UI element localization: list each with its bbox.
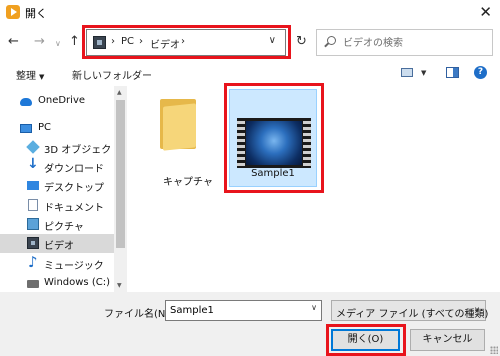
forward-arrow-icon[interactable]: → bbox=[34, 34, 45, 49]
triangle-down-icon[interactable]: ▼ bbox=[421, 69, 426, 77]
title-bar: 開く ✕ bbox=[0, 0, 500, 24]
sidebar-item-music[interactable]: ミュージック bbox=[0, 253, 114, 273]
navigation-pane: OneDrive PC 3D オブジェクト ダウンロード デスクトップ ドキュメ… bbox=[0, 86, 127, 292]
file-item-label: キャプチャ bbox=[163, 177, 213, 188]
search-box[interactable] bbox=[316, 29, 493, 56]
recent-locations-icon[interactable]: ∨ bbox=[55, 39, 61, 48]
sidebar-item-label: デスクトップ bbox=[44, 183, 104, 194]
picture-icon bbox=[27, 218, 39, 230]
up-arrow-icon[interactable]: ↑ bbox=[69, 34, 80, 49]
file-item-folder[interactable]: キャプチャ bbox=[160, 93, 216, 188]
filename-combobox[interactable]: ∨ bbox=[165, 300, 322, 321]
address-highlight-box bbox=[82, 25, 291, 59]
sidebar-item-label: 3D オブジェクト bbox=[44, 145, 122, 156]
search-input[interactable] bbox=[343, 34, 488, 52]
drive-icon bbox=[27, 280, 39, 288]
folder-icon bbox=[160, 99, 196, 151]
sidebar-scrollbar[interactable]: ▲ ▼ bbox=[114, 86, 127, 292]
search-icon bbox=[327, 36, 336, 45]
sidebar-item-pictures[interactable]: ピクチャ bbox=[0, 215, 114, 234]
sidebar-item-desktop[interactable]: デスクトップ bbox=[0, 176, 114, 195]
scroll-down-icon[interactable]: ▼ bbox=[117, 282, 122, 289]
desktop-icon bbox=[27, 181, 39, 190]
sidebar-item-label: ダウンロード bbox=[44, 164, 104, 175]
sidebar-item-label: Windows (C:) bbox=[44, 277, 110, 288]
sidebar-item-label: PC bbox=[38, 122, 52, 133]
scroll-up-icon[interactable]: ▲ bbox=[117, 89, 122, 96]
sidebar-item-documents[interactable]: ドキュメント bbox=[0, 196, 114, 215]
file-type-value: メディア ファイル (すべての種類) bbox=[336, 309, 489, 320]
dialog-footer: ファイル名(N): ∨ メディア ファイル (すべての種類) ∨ 開く(O) キ… bbox=[0, 292, 500, 356]
cube-icon bbox=[26, 140, 40, 154]
scrollbar-thumb[interactable] bbox=[116, 100, 125, 248]
document-icon bbox=[28, 199, 38, 211]
sidebar-item-label: ミュージック bbox=[44, 261, 104, 272]
app-icon bbox=[6, 5, 20, 19]
file-highlight-box bbox=[224, 83, 324, 193]
pc-icon bbox=[20, 124, 32, 133]
download-icon bbox=[27, 156, 39, 172]
file-type-select[interactable]: メディア ファイル (すべての種類) ∨ bbox=[331, 300, 489, 321]
refresh-icon[interactable]: ↻ bbox=[296, 34, 307, 49]
organize-label: 整理 bbox=[16, 71, 36, 82]
sidebar-item-windows-c[interactable]: Windows (C:) bbox=[0, 274, 114, 292]
preview-pane-icon[interactable] bbox=[446, 67, 459, 78]
navigation-bar: ← → ∨ ↑ › PC › ビデオ › ∨ ↻ bbox=[0, 24, 500, 60]
video-icon bbox=[27, 237, 39, 249]
chevron-down-icon[interactable]: ∨ bbox=[311, 303, 317, 312]
file-list-pane: キャプチャ Sample1 bbox=[127, 83, 500, 292]
back-arrow-icon[interactable]: ← bbox=[8, 34, 19, 49]
triangle-down-icon: ▼ bbox=[39, 73, 45, 81]
sidebar-item-downloads[interactable]: ダウンロード bbox=[0, 156, 114, 176]
filename-input[interactable] bbox=[170, 303, 300, 318]
filename-label: ファイル名(N): bbox=[104, 309, 173, 320]
organize-button[interactable]: 整理 ▼ bbox=[16, 67, 44, 82]
chevron-down-icon: ∨ bbox=[474, 305, 480, 314]
open-button-highlight-box bbox=[326, 324, 406, 356]
sidebar-item-label: ドキュメント bbox=[44, 203, 104, 214]
sidebar-item-label: ピクチャ bbox=[44, 222, 84, 233]
sidebar-item-3d-objects[interactable]: 3D オブジェクト bbox=[0, 138, 121, 157]
new-folder-button[interactable]: 新しいフォルダー bbox=[72, 67, 152, 82]
resize-grip-icon[interactable] bbox=[490, 346, 498, 354]
window-title: 開く bbox=[25, 7, 47, 20]
sidebar-item-label: OneDrive bbox=[38, 95, 86, 106]
music-icon bbox=[28, 253, 40, 271]
sidebar-item-label: ビデオ bbox=[44, 241, 74, 252]
sidebar-item-pc[interactable]: PC bbox=[0, 119, 114, 138]
cancel-button[interactable]: キャンセル bbox=[410, 329, 485, 351]
view-options-icon[interactable] bbox=[401, 68, 413, 77]
sidebar-item-videos[interactable]: ビデオ bbox=[0, 234, 114, 253]
close-icon[interactable]: ✕ bbox=[479, 3, 492, 21]
help-icon[interactable]: ? bbox=[474, 66, 487, 79]
cloud-icon bbox=[20, 98, 32, 106]
sidebar-item-onedrive[interactable]: OneDrive bbox=[0, 92, 114, 111]
